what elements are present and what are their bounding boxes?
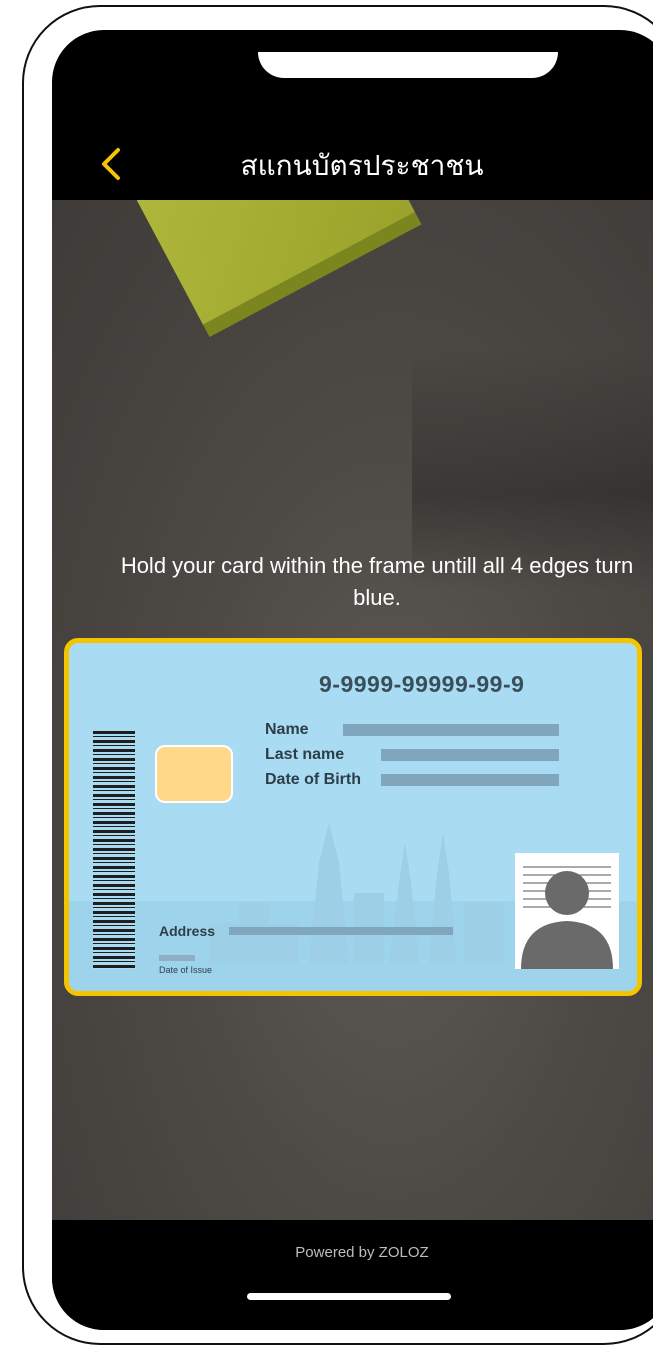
phone-notch — [258, 52, 558, 78]
person-icon — [521, 866, 613, 969]
last-name-line — [381, 749, 559, 761]
address-label: Address — [159, 923, 216, 939]
card-scan-frame: 9-9999-99999-99-9 Name Last name Date of… — [64, 638, 642, 996]
home-indicator[interactable] — [247, 1293, 451, 1300]
dob-line — [381, 774, 559, 786]
card-barcode — [93, 731, 135, 969]
background-object — [109, 200, 415, 325]
page-title: สแกนบัตรประชาชน — [240, 149, 484, 182]
last-name-label: Last name — [265, 746, 345, 763]
dob-label: Date of Birth — [265, 771, 361, 788]
scan-instruction: Hold your card within the frame untill a… — [120, 553, 634, 610]
bottom-bar — [52, 1220, 653, 1330]
name-line — [343, 724, 559, 736]
card-id-number: 9-9999-99999-99-9 — [319, 671, 525, 697]
camera-preview: Hold your card within the frame untill a… — [52, 200, 653, 1250]
card-skyline-illustration — [209, 823, 504, 963]
card-chip — [155, 745, 233, 803]
powered-by-label: Powered by ZOLOZ — [295, 1244, 429, 1261]
name-label: Name — [265, 721, 309, 738]
address-line — [229, 927, 453, 935]
nav-bar: สแกนบัตรประชาชน — [52, 100, 653, 200]
card-photo — [515, 853, 619, 969]
screen: สแกนบัตรประชาชน Hold your card within th… — [52, 30, 653, 1330]
date-of-issue-line — [159, 955, 195, 961]
date-of-issue-label: Date of Issue — [159, 965, 213, 975]
